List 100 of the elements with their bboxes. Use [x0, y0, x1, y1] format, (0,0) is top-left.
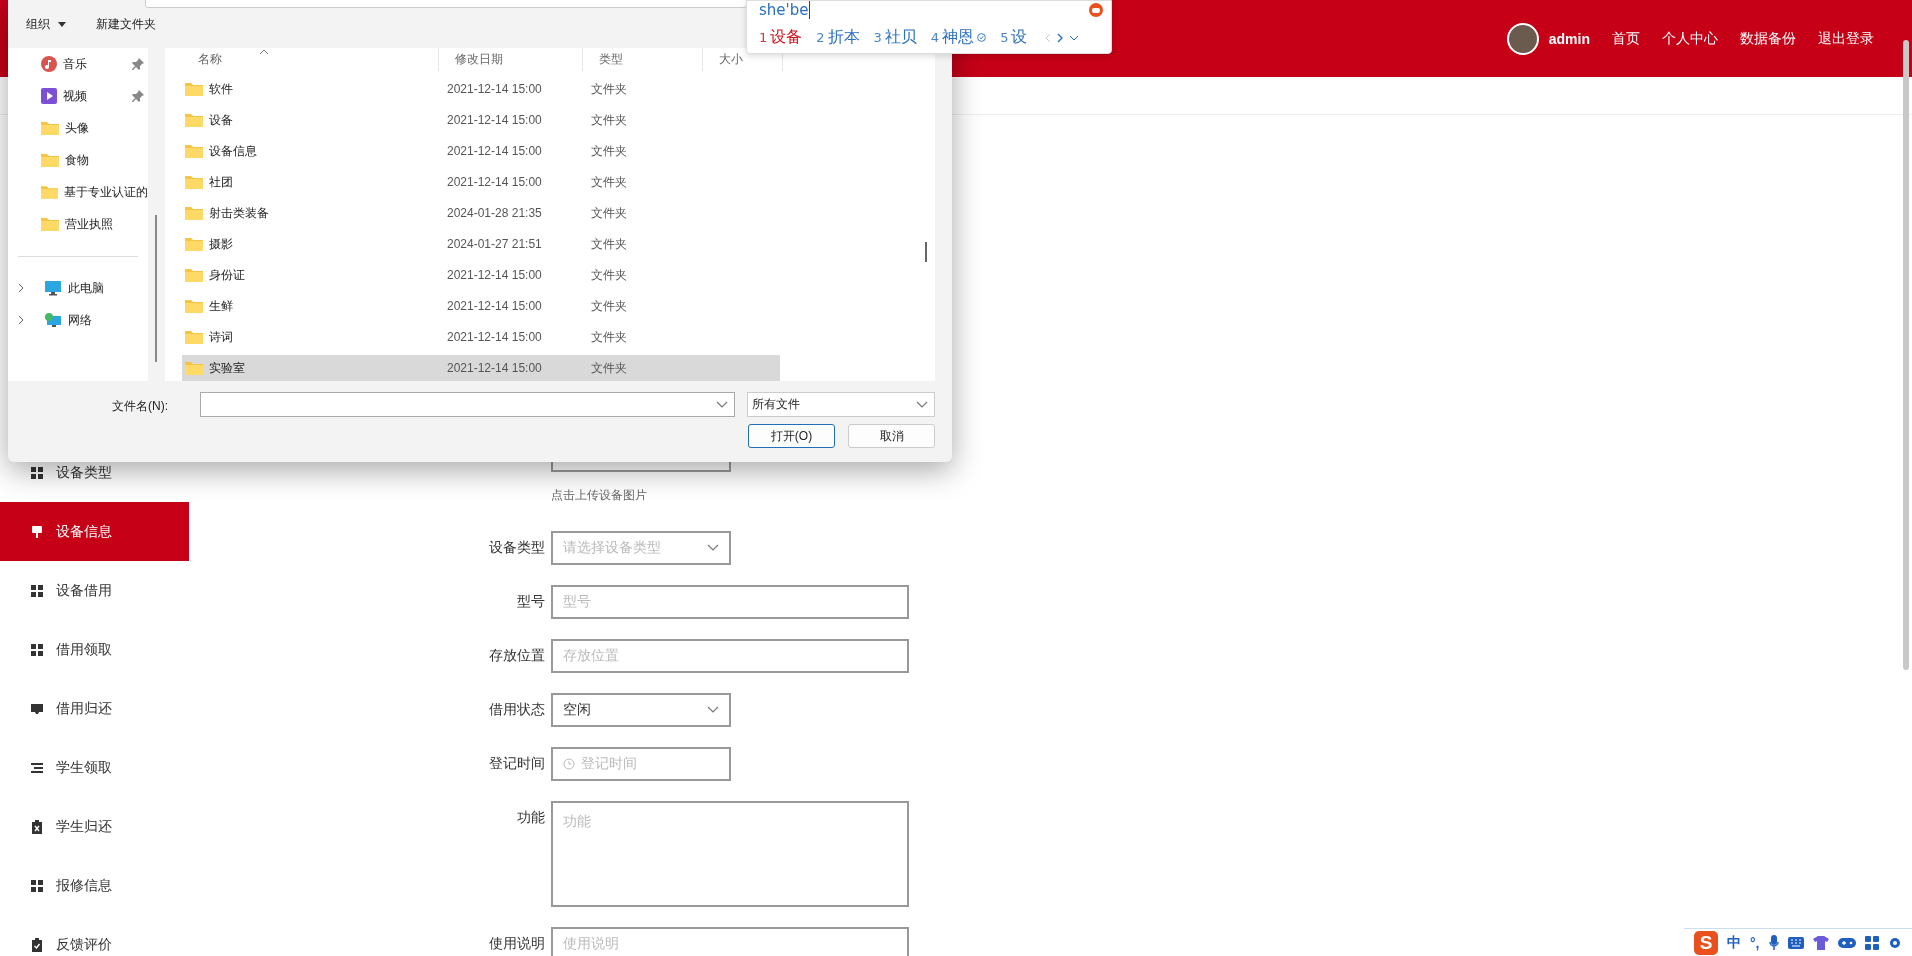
- ime-candidate[interactable]: 3 社贝: [873, 27, 917, 48]
- sidebar-item[interactable]: 借用领取: [0, 620, 189, 679]
- file-date: 2021-12-14 15:00: [446, 112, 543, 129]
- grid-icon: [30, 642, 44, 657]
- nav-item[interactable]: 视频: [8, 80, 148, 112]
- check-circle-icon: [977, 33, 987, 42]
- field-label: 使用说明: [488, 935, 545, 953]
- nav-item[interactable]: 食物: [8, 144, 148, 176]
- file-type: 文件夹: [590, 359, 628, 377]
- file-row[interactable]: 诗词 2021-12-14 15:00 文件夹: [182, 324, 780, 350]
- nav-link[interactable]: 首页: [1612, 29, 1640, 48]
- file-row[interactable]: 设备信息 2021-12-14 15:00 文件夹: [182, 138, 780, 164]
- sidebar-item[interactable]: 学生归还: [0, 797, 189, 856]
- file-row[interactable]: 社团 2021-12-14 15:00 文件夹: [182, 169, 780, 195]
- pin-icon: [132, 58, 144, 70]
- chevron-down-icon: [707, 544, 719, 552]
- file-name: 射击类装备: [182, 200, 439, 226]
- grid-icon[interactable]: [1864, 935, 1879, 950]
- column-header[interactable]: 类型: [583, 48, 703, 71]
- monitor-icon: [44, 280, 62, 296]
- file-row[interactable]: 射击类装备 2024-01-28 21:35 文件夹: [182, 200, 780, 226]
- nav-item[interactable]: 此电脑: [8, 272, 148, 304]
- file-type: 文件夹: [590, 173, 628, 191]
- music-note-icon: [41, 56, 57, 72]
- gamepad-icon[interactable]: [1837, 936, 1856, 949]
- nav-item[interactable]: 头像: [8, 112, 148, 144]
- ime-candidate[interactable]: 2 折本: [816, 27, 860, 48]
- sidebar-item[interactable]: 学生领取: [0, 738, 189, 797]
- folder-icon: [185, 113, 203, 127]
- keyboard-icon[interactable]: [1787, 936, 1804, 949]
- scrollbar[interactable]: [1903, 40, 1909, 670]
- nav-link[interactable]: 个人中心: [1662, 29, 1718, 48]
- chevron-down-icon: [916, 400, 928, 409]
- file-name: 实验室: [182, 355, 439, 381]
- sidebar-item[interactable]: 借用归还: [0, 679, 189, 738]
- file-row[interactable]: 身份证 2021-12-14 15:00 文件夹: [182, 262, 780, 288]
- ime-logo[interactable]: S: [1694, 930, 1718, 955]
- file-name: 设备: [182, 107, 439, 133]
- file-date: 2021-12-14 15:00: [446, 360, 543, 377]
- folder-icon: [185, 268, 203, 282]
- file-type: 文件夹: [590, 142, 628, 160]
- file-type: 文件夹: [590, 80, 628, 98]
- filename-field[interactable]: [200, 392, 735, 417]
- chevron-right-icon[interactable]: [1057, 32, 1064, 43]
- file-name: 摄影: [182, 231, 439, 257]
- clock-icon: [563, 758, 575, 770]
- field-label: 存放位置: [488, 647, 545, 665]
- file-row[interactable]: 摄影 2024-01-27 21:51 文件夹: [182, 231, 780, 257]
- file-row[interactable]: 设备 2021-12-14 15:00 文件夹: [182, 107, 780, 133]
- column-header[interactable]: 修改日期: [439, 48, 583, 71]
- column-header[interactable]: 名称: [182, 48, 439, 71]
- nav-link[interactable]: 数据备份: [1740, 29, 1796, 48]
- select-field[interactable]: 空闲: [551, 693, 731, 727]
- file-row[interactable]: 软件 2021-12-14 15:00 文件夹: [182, 76, 780, 102]
- chevron-down-icon: [716, 400, 728, 409]
- file-date: 2021-12-14 15:00: [446, 298, 543, 315]
- file-row[interactable]: 生鲜 2021-12-14 15:00 文件夹: [182, 293, 780, 319]
- list-icon: [30, 760, 44, 775]
- file-type-select[interactable]: 所有文件: [747, 392, 935, 417]
- sidebar-item[interactable]: 设备借用: [0, 561, 189, 620]
- file-type: 文件夹: [590, 266, 628, 284]
- file-date: 2021-12-14 15:00: [446, 267, 543, 284]
- sort-caret-icon: [258, 49, 269, 55]
- sidebar-item[interactable]: 报修信息: [0, 856, 189, 915]
- sidebar-item[interactable]: 设备类型: [0, 443, 189, 502]
- sidebar-item[interactable]: 设备信息: [0, 502, 189, 561]
- folder-icon: [185, 144, 203, 158]
- dialog-button[interactable]: 取消: [848, 424, 935, 448]
- file-name: 软件: [182, 76, 439, 102]
- folder-icon: [41, 217, 59, 231]
- file-type: 文件夹: [590, 111, 628, 129]
- address-field[interactable]: [145, 0, 747, 8]
- nav-item[interactable]: 营业执照: [8, 208, 148, 240]
- shirt-icon[interactable]: [1812, 935, 1829, 950]
- ime-mode-label[interactable]: 中: [1727, 933, 1741, 952]
- dialog-button[interactable]: 打开(O): [748, 424, 835, 448]
- sidebar-item[interactable]: 反馈评价: [0, 915, 189, 956]
- toolbar-button[interactable]: 组织: [26, 16, 66, 33]
- ime-candidate[interactable]: 4 神恩: [930, 27, 987, 48]
- microphone-icon[interactable]: [1768, 934, 1779, 951]
- chevron-down-icon[interactable]: [1069, 34, 1080, 41]
- clipboard-check-icon: [30, 937, 44, 952]
- field-label: 型号: [516, 593, 545, 611]
- tray-icon: [30, 701, 44, 716]
- ime-candidate[interactable]: 5 设: [1000, 27, 1028, 48]
- pushpin-icon: [30, 524, 44, 539]
- toolbar-button[interactable]: 新建文件夹: [96, 16, 156, 33]
- field-label: 功能: [516, 808, 545, 827]
- ime-candidate[interactable]: 1 设备: [759, 27, 803, 48]
- ime-mode-label[interactable]: °,: [1750, 934, 1760, 951]
- nav-link[interactable]: 退出登录: [1818, 29, 1874, 48]
- file-name: 身份证: [182, 262, 439, 288]
- username: admin: [1548, 30, 1590, 47]
- file-row[interactable]: 实验室 2021-12-14 15:00 文件夹: [182, 355, 780, 381]
- folder-icon: [185, 299, 203, 313]
- nav-item[interactable]: 网络: [8, 304, 148, 336]
- nav-item[interactable]: 基于专业认证的: [8, 176, 148, 208]
- file-name: 社团: [182, 169, 439, 195]
- grid-icon: [30, 465, 44, 480]
- nav-item[interactable]: 音乐: [8, 48, 148, 80]
